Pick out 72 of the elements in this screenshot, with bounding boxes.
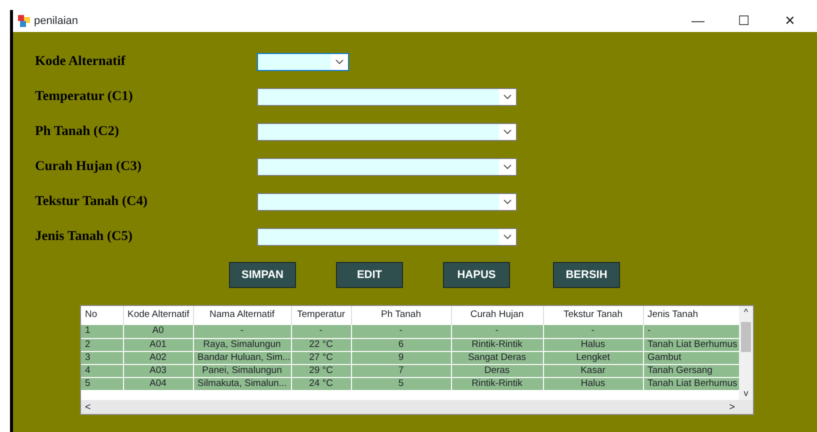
table-cell: A02 xyxy=(123,351,193,364)
table-cell: A0 xyxy=(123,325,193,338)
action-button[interactable]: EDIT xyxy=(336,262,403,288)
dropdown-field[interactable] xyxy=(257,228,517,246)
field-label: Curah Hujan (C3) xyxy=(35,157,143,176)
caret-icon xyxy=(503,198,512,204)
table-cell: Raya, Simalungun xyxy=(193,338,291,351)
table-cell: Deras xyxy=(451,364,543,377)
table-cell: - xyxy=(351,325,451,338)
table-cell: 29 °C xyxy=(291,364,351,377)
field-label: Temperatur (C1) xyxy=(35,87,134,106)
table-cell: A01 xyxy=(123,338,193,351)
table-cell: Lengket xyxy=(543,351,643,364)
table-cell: Bandar Huluan, Sim... xyxy=(193,351,291,364)
table-cell: 9 xyxy=(351,351,451,364)
table-cell: A03 xyxy=(123,364,193,377)
scroll-left-arrow[interactable]: < xyxy=(85,400,91,414)
table-cell: A04 xyxy=(123,377,193,390)
table-cell: Sangat Deras xyxy=(451,351,543,364)
scroll-up-arrow[interactable]: ^ xyxy=(744,306,748,320)
table-cell: Halus xyxy=(543,338,643,351)
table-cell: Rintik-Rintik xyxy=(451,338,543,351)
dropdown-field[interactable] xyxy=(257,122,517,140)
field-label: Jenis Tanah (C5) xyxy=(35,227,134,246)
dropdown-field[interactable] xyxy=(257,88,517,106)
table-cell: 7 xyxy=(351,364,451,377)
table-cell: Gambut xyxy=(643,351,740,364)
table-cell: 3 xyxy=(81,351,123,364)
table-cell: Halus xyxy=(543,377,643,390)
minimize-button[interactable]: — xyxy=(675,11,721,31)
caret-icon xyxy=(503,234,512,240)
dropdown-field[interactable] xyxy=(257,52,349,70)
dropdown-field[interactable] xyxy=(257,158,517,176)
table-cell: Tanah Gersang xyxy=(643,364,740,377)
table-cell: Silmakuta, Simalun... xyxy=(193,377,291,390)
caret-icon xyxy=(335,58,344,64)
table-cell: 2 xyxy=(81,338,123,351)
table-cell: 24 °C xyxy=(291,377,351,390)
action-button[interactable]: SIMPAN xyxy=(229,262,296,288)
close-button[interactable]: ✕ xyxy=(767,11,813,31)
table-cell: 5 xyxy=(351,377,451,390)
action-button[interactable]: BERSIH xyxy=(553,262,620,288)
scroll-right-arrow[interactable]: > xyxy=(729,400,735,414)
field-label: Kode Alternatif xyxy=(35,52,126,70)
maximize-button[interactable]: ☐ xyxy=(721,11,767,31)
table-cell: 5 xyxy=(81,377,123,390)
table-cell: 27 °C xyxy=(291,351,351,364)
scroll-down-arrow[interactable]: v xyxy=(744,386,748,400)
caret-icon xyxy=(503,164,512,170)
table-cell: - xyxy=(543,325,643,338)
table-cell: - xyxy=(643,325,740,338)
table-cell: - xyxy=(451,325,543,338)
table-cell: 1 xyxy=(81,325,123,338)
caret-icon xyxy=(503,128,512,134)
table-cell: Panei, Simalungun xyxy=(193,364,291,377)
scrollbar-thumb[interactable] xyxy=(741,322,752,352)
field-label: Ph Tanah (C2) xyxy=(35,122,120,140)
table-cell: Kasar xyxy=(543,364,643,377)
table-cell: 22 °C xyxy=(291,338,351,351)
window-title: penilaian xyxy=(34,14,80,29)
dropdown-field[interactable] xyxy=(257,192,517,210)
table-cell: - xyxy=(193,325,291,338)
action-button[interactable]: HAPUS xyxy=(443,262,510,288)
table-cell: Tanah Liat Berhumus xyxy=(643,338,740,351)
table-cell: Rintik-Rintik xyxy=(451,377,543,390)
table-cell: 6 xyxy=(351,338,451,351)
table-cell: 4 xyxy=(81,364,123,377)
app-icon xyxy=(18,15,30,27)
field-label: Tekstur Tanah (C4) xyxy=(35,192,149,210)
table-cell: - xyxy=(291,325,351,338)
caret-icon xyxy=(503,94,512,100)
table-cell: Tanah Liat Berhumus xyxy=(643,377,740,390)
